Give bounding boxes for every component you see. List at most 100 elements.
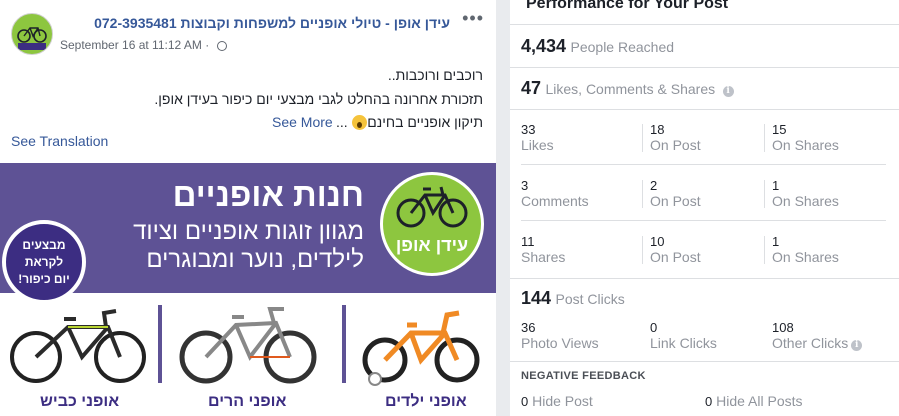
info-icon[interactable]: i <box>722 86 734 97</box>
engagement-cell-label: Comments <box>521 193 589 209</box>
link-clicks-cell: 0 Link Clicks <box>650 320 770 351</box>
hide-post-value: 0 <box>521 394 529 409</box>
column-divider <box>764 124 765 152</box>
globe-icon <box>216 41 227 51</box>
engagement-cell-value: 15 <box>772 122 787 137</box>
ellipsis: ... <box>336 114 348 130</box>
page-avatar[interactable] <box>11 13 53 55</box>
engagement-cell: 10 On Post <box>650 234 770 265</box>
photo-views-label: Photo Views <box>521 335 599 351</box>
divider <box>510 67 899 68</box>
engagement-label: Likes, Comments & Shares <box>545 81 716 97</box>
engagement-cell: 11 Shares <box>521 234 641 265</box>
logo-text: עידן אופן <box>395 235 469 255</box>
more-options-icon[interactable]: ••• <box>462 8 484 29</box>
engagement-total: 47 Likes, Comments & Shares i <box>521 78 734 99</box>
engagement-cell-value: 2 <box>650 178 658 193</box>
column-divider <box>642 124 643 152</box>
page-name-link[interactable]: עידן אופן - טיולי אופניים למשפחות וקבוצו… <box>60 15 450 31</box>
post-text-line-1: רוכבים ורוכבות.. <box>387 67 483 83</box>
other-clicks-cell: 108 Other Clicks i <box>772 320 892 351</box>
engagement-cell: 33 Likes <box>521 122 641 153</box>
shop-subtitle-1: מגוון זוגות אופניים וציוד <box>133 218 364 245</box>
info-icon[interactable]: i <box>851 340 863 351</box>
engagement-cell-label: On Shares <box>772 137 839 153</box>
engagement-cell-value: 3 <box>521 178 529 193</box>
engagement-cell: 2 On Post <box>650 178 770 209</box>
engagement-cell-value: 10 <box>650 234 665 249</box>
mountain-bike-icon <box>179 307 317 384</box>
link-clicks-value: 0 <box>650 320 658 335</box>
divider <box>510 24 899 25</box>
hide-all-posts-value: 0 <box>705 394 713 409</box>
shop-logo: עידן אופן <box>380 172 484 276</box>
shop-subtitle-2: לילדים, נוער ומבוגרים <box>146 246 364 273</box>
divider <box>521 220 886 221</box>
promo-line-2: לקראת <box>24 255 64 269</box>
negative-feedback-title: NEGATIVE FEEDBACK <box>521 370 646 382</box>
column-divider <box>642 236 643 264</box>
bike-label-mountain: אופני הרים <box>208 393 287 410</box>
engagement-cell-label: On Shares <box>772 193 839 209</box>
photo-views-cell: 36 Photo Views <box>521 320 641 351</box>
engagement-value: 47 <box>521 78 542 98</box>
engagement-cell-label: On Post <box>650 193 701 209</box>
link-clicks-label: Link Clicks <box>650 335 717 351</box>
hide-post-label: Hide Post <box>532 393 593 409</box>
performance-panel: Performance for Your Post 4,434 People R… <box>510 0 899 416</box>
people-reached: 4,434 People Reached <box>521 36 674 57</box>
column-divider <box>764 180 765 208</box>
column-divider <box>764 236 765 264</box>
hide-all-posts-stat: 0 Hide All Posts <box>705 393 803 409</box>
engagement-cell: 3 Comments <box>521 178 641 209</box>
engagement-cell: 18 On Post <box>650 122 770 153</box>
post-clicks-value: 144 <box>521 288 552 308</box>
divider <box>521 164 886 165</box>
engagement-cell-value: 11 <box>521 234 535 249</box>
bike-label-road: אופני כביש <box>40 393 120 410</box>
post-text-line-2: תזכורת אחרונה בהחלט לגבי מבצעי יום כיפור… <box>154 91 483 107</box>
engagement-cell-value: 1 <box>772 178 780 193</box>
other-clicks-value: 108 <box>772 320 794 335</box>
promo-line-1: מבצעים <box>22 238 66 252</box>
bicycle-icon <box>17 27 47 50</box>
timestamp-text[interactable]: September 16 at 11:12 AM <box>60 38 202 52</box>
hide-post-stat: 0 Hide Post <box>521 393 593 409</box>
kids-bike-icon <box>362 310 480 386</box>
panel-title: Performance for Your Post <box>526 0 729 12</box>
divider <box>510 109 899 110</box>
post-clicks: 144 Post Clicks <box>521 288 625 309</box>
other-clicks-label-row: Other Clicks i <box>772 335 892 351</box>
engagement-cell-label: On Shares <box>772 249 839 265</box>
bike-divider-2 <box>342 305 346 383</box>
engagement-cell-label: Likes <box>521 137 554 153</box>
engagement-cell: 1 On Shares <box>772 234 892 265</box>
see-more-link[interactable]: See More <box>272 114 333 130</box>
engagement-cell-value: 1 <box>772 234 780 249</box>
column-divider <box>642 180 643 208</box>
engagement-cell-value: 33 <box>521 122 536 137</box>
wow-emoji-icon <box>352 115 368 130</box>
see-translation-link[interactable]: See Translation <box>11 133 108 149</box>
engagement-cell-value: 18 <box>650 122 665 137</box>
photo-views-value: 36 <box>521 320 536 335</box>
people-reached-label: People Reached <box>570 39 675 55</box>
post-clicks-label: Post Clicks <box>555 291 625 307</box>
bike-divider-1 <box>158 305 162 383</box>
post-text-line-3: תיקון אופניים בחינם <box>348 114 483 130</box>
people-reached-value: 4,434 <box>521 36 567 56</box>
bicycle-logo-icon <box>396 186 468 228</box>
engagement-cell-label: On Post <box>650 249 701 265</box>
promo-badge: מבצעים לקראת יום כיפור! <box>2 220 86 304</box>
hide-all-posts-label: Hide All Posts <box>716 393 803 409</box>
post-timestamp[interactable]: September 16 at 11:12 AM · <box>60 38 227 52</box>
shop-title: חנות אופניים <box>172 176 364 213</box>
engagement-cell-label: Shares <box>521 249 566 265</box>
engagement-cell: 1 On Shares <box>772 178 892 209</box>
post-text-line-3-text: תיקון אופניים בחינם <box>367 114 483 130</box>
post-card: עידן אופן - טיולי אופניים למשפחות וקבוצו… <box>0 0 496 416</box>
engagement-cell: 15 On Shares <box>772 122 892 153</box>
divider <box>510 361 899 362</box>
engagement-cell-label: On Post <box>650 137 701 153</box>
divider <box>510 278 899 279</box>
